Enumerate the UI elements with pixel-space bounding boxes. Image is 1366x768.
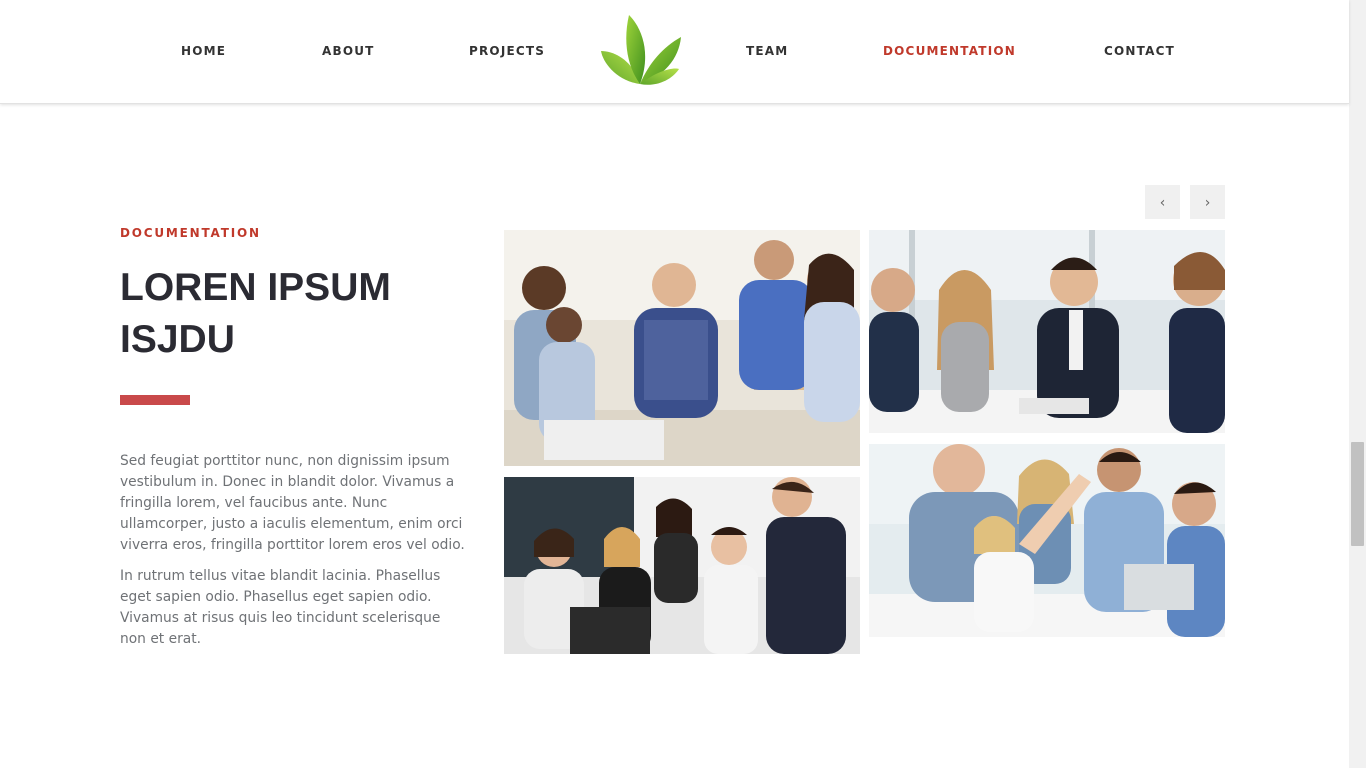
- team-photo-1[interactable]: [504, 230, 860, 466]
- section-title: LOREN IPSUM ISJDU: [120, 266, 391, 361]
- paragraph-1: Sed feugiat porttitor nunc, non dignissi…: [120, 453, 465, 553]
- chevron-left-icon: ‹: [1159, 195, 1166, 211]
- carousel-prev-button[interactable]: ‹: [1145, 185, 1180, 219]
- nav-home[interactable]: HOME: [181, 44, 226, 58]
- nav-documentation[interactable]: DOCUMENTATION: [883, 44, 1016, 58]
- section-eyebrow: DOCUMENTATION: [120, 226, 261, 240]
- nav-about[interactable]: ABOUT: [322, 44, 375, 58]
- nav-contact[interactable]: CONTACT: [1104, 44, 1175, 58]
- nav-projects[interactable]: PROJECTS: [469, 44, 545, 58]
- chevron-right-icon: ›: [1204, 195, 1211, 211]
- team-photo-2[interactable]: [869, 230, 1225, 433]
- leaf-logo-icon[interactable]: [597, 11, 683, 87]
- team-photo-3[interactable]: [504, 477, 860, 654]
- nav-team[interactable]: TEAM: [746, 44, 788, 58]
- carousel-next-button[interactable]: ›: [1190, 185, 1225, 219]
- accent-bar: [120, 395, 190, 405]
- scrollbar-thumb[interactable]: [1351, 442, 1364, 546]
- team-photo-4[interactable]: [869, 444, 1225, 637]
- site-header: HOME ABOUT PROJECTS TEAM DOCUMENTATION C…: [0, 0, 1349, 104]
- scrollbar-track[interactable]: [1349, 0, 1366, 768]
- paragraph-2: In rutrum tellus vitae blandit lacinia. …: [120, 568, 441, 647]
